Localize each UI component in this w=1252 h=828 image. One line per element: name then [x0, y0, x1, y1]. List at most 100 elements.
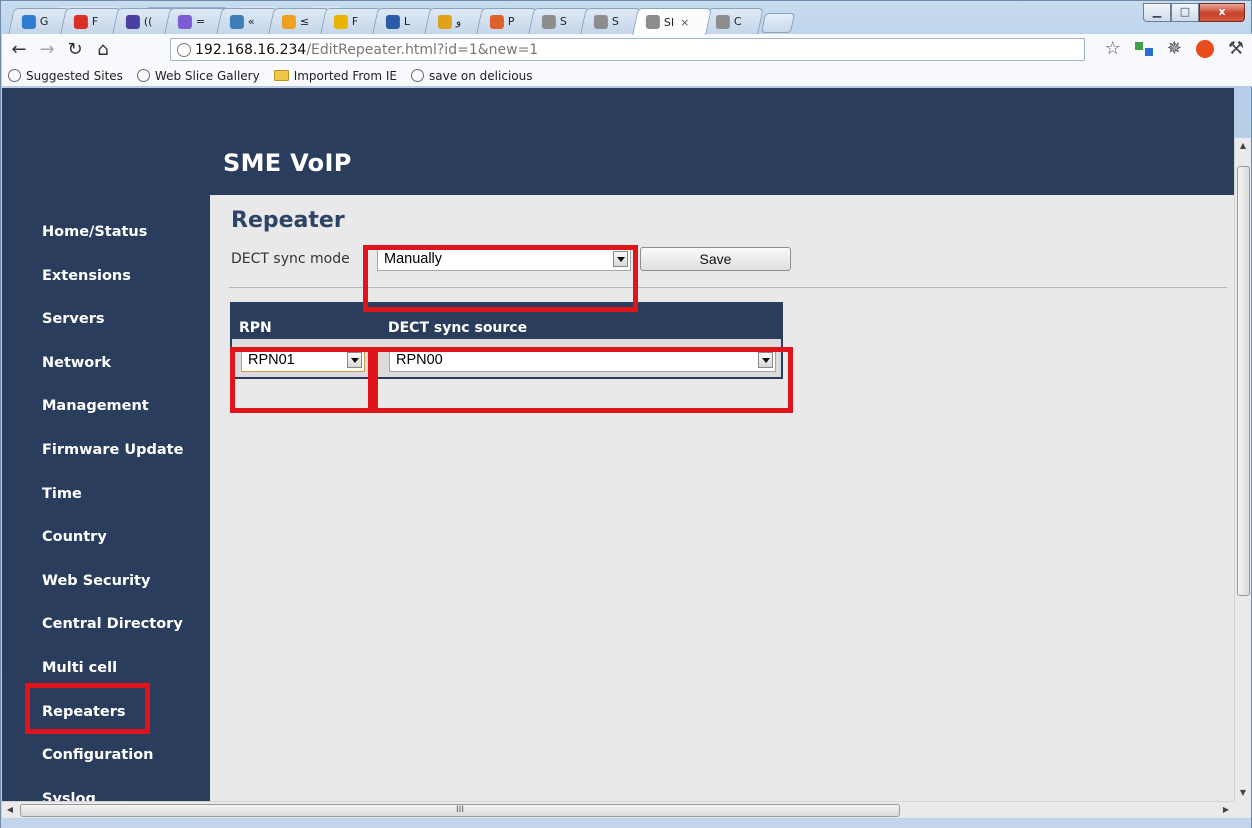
wrench-icon[interactable]: ⚒ — [1228, 38, 1244, 59]
tab-label: P — [507, 15, 515, 28]
url-host: 192.168.16.234 — [195, 41, 307, 58]
tab-content: L — [376, 9, 430, 34]
browser-window: G F ((= « ≤ F L و P S S SI × C ▁ □ x ← → ↻ ⌂ 192.168.… — [0, 0, 1252, 828]
sidebar-item-management[interactable]: Management — [42, 398, 149, 414]
sidebar-item-repeaters[interactable]: Repeaters — [42, 704, 126, 720]
globe-icon — [645, 15, 660, 29]
sidebar-item-multi-cell[interactable]: Multi cell — [42, 660, 117, 676]
dect-sync-source-column-header: DECT sync source — [388, 320, 528, 336]
rpn-select-value: RPN01 — [248, 352, 295, 368]
sidebar-nav: Home/Status Extensions Servers Network Manag… — [2, 195, 210, 801]
globe-icon — [715, 14, 730, 29]
globe-icon — [411, 69, 425, 82]
tab-label: F — [351, 15, 359, 28]
brand-title: SME VoIP — [223, 149, 352, 177]
tab-content: (( — [116, 9, 170, 34]
sidebar-item-firmware-update[interactable]: Firmware Update — [42, 442, 183, 458]
star-icon — [281, 14, 296, 29]
sidebar-item-central-directory[interactable]: Central Directory — [42, 616, 183, 632]
reload-icon[interactable]: ↻ — [64, 39, 86, 60]
tab-content: S — [584, 9, 638, 34]
page-title: Repeater — [231, 208, 345, 233]
new-tab-button[interactable] — [760, 13, 796, 33]
browser-tab[interactable]: C — [702, 8, 764, 34]
tab-label: S — [611, 15, 619, 28]
tab-strip: G F ((= « ≤ F L و P S S SI × C — [8, 8, 796, 35]
chevron-down-icon — [613, 251, 628, 267]
globe-icon — [8, 69, 21, 82]
scroll-down-icon[interactable]: ▼ — [1235, 785, 1251, 801]
globe-icon — [593, 14, 608, 29]
bookmark-item[interactable]: save on delicious — [411, 69, 532, 83]
vertical-scrollbar[interactable]: ▲ ▼ — [1234, 138, 1251, 801]
close-window-button[interactable]: x — [1199, 3, 1245, 22]
rpn-select[interactable]: RPN01 — [241, 348, 365, 372]
bookmarks-bar: Suggested Sites Web Slice Gallery Imported… — [2, 65, 1252, 87]
horizontal-scroll-thumb[interactable]: III — [20, 804, 900, 817]
sidebar-item-extensions[interactable]: Extensions — [42, 268, 131, 284]
bookmark-star-icon[interactable]: ☆ — [1105, 38, 1121, 59]
tab-content: و — [428, 9, 482, 34]
bookmark-label: Web Slice Gallery — [154, 68, 260, 83]
horizontal-scrollbar[interactable]: ◀ III ▶ — [2, 801, 1234, 818]
tab-content: C — [706, 9, 760, 34]
bookmark-item[interactable]: Web Slice Gallery — [136, 68, 260, 83]
sidebar-item-web-security[interactable]: Web Security — [42, 573, 150, 589]
bookmark-item[interactable]: Imported From IE — [273, 68, 398, 83]
dect-sync-source-value: RPN00 — [396, 352, 443, 368]
bookmark-item[interactable]: Suggested Sites — [8, 69, 123, 83]
bookmark-label: save on delicious — [429, 68, 533, 83]
dect-sync-mode-select[interactable]: Manually — [377, 247, 631, 271]
chart-icon — [385, 14, 400, 29]
forward-icon[interactable]: → — [36, 39, 58, 60]
dect-sync-source-select[interactable]: RPN00 — [389, 348, 776, 372]
tab-label: (( — [143, 15, 153, 28]
circle-icon — [177, 14, 192, 29]
sidebar-item-time[interactable]: Time — [42, 486, 82, 502]
address-bar[interactable]: 192.168.16.234/EditRepeater.html?id=1&ne… — [170, 38, 1085, 61]
tab-content: G — [12, 9, 66, 34]
tab-label: SI — [663, 15, 675, 29]
page-header: SME VoIP — [2, 88, 1234, 195]
url-path: /EditRepeater.html?id=1&new=1 — [306, 41, 539, 58]
sidebar-item-network[interactable]: Network — [42, 355, 111, 371]
tab-label: و — [455, 15, 462, 28]
save-button[interactable]: Save — [640, 247, 791, 271]
sidebar-item-country[interactable]: Country — [42, 529, 107, 545]
main-content: Repeater DECT sync mode Manually Save RP… — [210, 195, 1234, 801]
vertical-scroll-thumb[interactable] — [1237, 166, 1250, 596]
divider — [229, 287, 1227, 288]
tab-content: = — [168, 9, 222, 34]
extension-squares-icon[interactable] — [1134, 41, 1153, 56]
bookmark-label: Imported From IE — [293, 68, 398, 83]
sidebar-item-servers[interactable]: Servers — [42, 311, 105, 327]
page-info-icon[interactable] — [177, 42, 191, 57]
browser-toolbar: ← → ↻ ⌂ 192.168.16.234/EditRepeater.html… — [2, 34, 1252, 65]
maximize-button[interactable]: □ — [1171, 3, 1199, 22]
sidebar-item-syslog[interactable]: Syslog — [42, 791, 96, 801]
puzzle-icon — [489, 14, 504, 29]
window-controls: ▁ □ x — [1143, 3, 1245, 22]
minimize-button[interactable]: ▁ — [1143, 3, 1171, 22]
scroll-left-icon[interactable]: ◀ — [2, 802, 18, 818]
back-icon[interactable]: ← — [8, 39, 30, 60]
tab-label: S — [559, 15, 567, 28]
sidebar-item-configuration[interactable]: Configuration — [42, 747, 154, 763]
window-bottom-edge — [1, 819, 1251, 828]
bookmark-label: Suggested Sites — [26, 68, 123, 83]
stumbleupon-icon[interactable] — [1195, 39, 1214, 58]
tab-content: P — [480, 9, 534, 34]
tab-label: ≤ — [299, 15, 310, 28]
scroll-up-icon[interactable]: ▲ — [1235, 138, 1251, 154]
chevron-down-icon — [758, 352, 773, 368]
browser-tab[interactable]: SI × — [632, 8, 712, 35]
scroll-right-icon[interactable]: ▶ — [1218, 802, 1234, 818]
tab-content: « — [220, 9, 274, 34]
sidebar-item-home-status[interactable]: Home/Status — [42, 224, 147, 240]
close-tab-icon[interactable]: × — [680, 16, 689, 29]
home-icon[interactable]: ⌂ — [92, 39, 114, 60]
dect-sync-mode-value: Manually — [384, 251, 443, 267]
toolbar-extensions: ☆ ✵ ⚒ — [1105, 38, 1244, 59]
tab-content: SI × — [636, 9, 708, 35]
bug-icon[interactable]: ✵ — [1167, 38, 1182, 59]
